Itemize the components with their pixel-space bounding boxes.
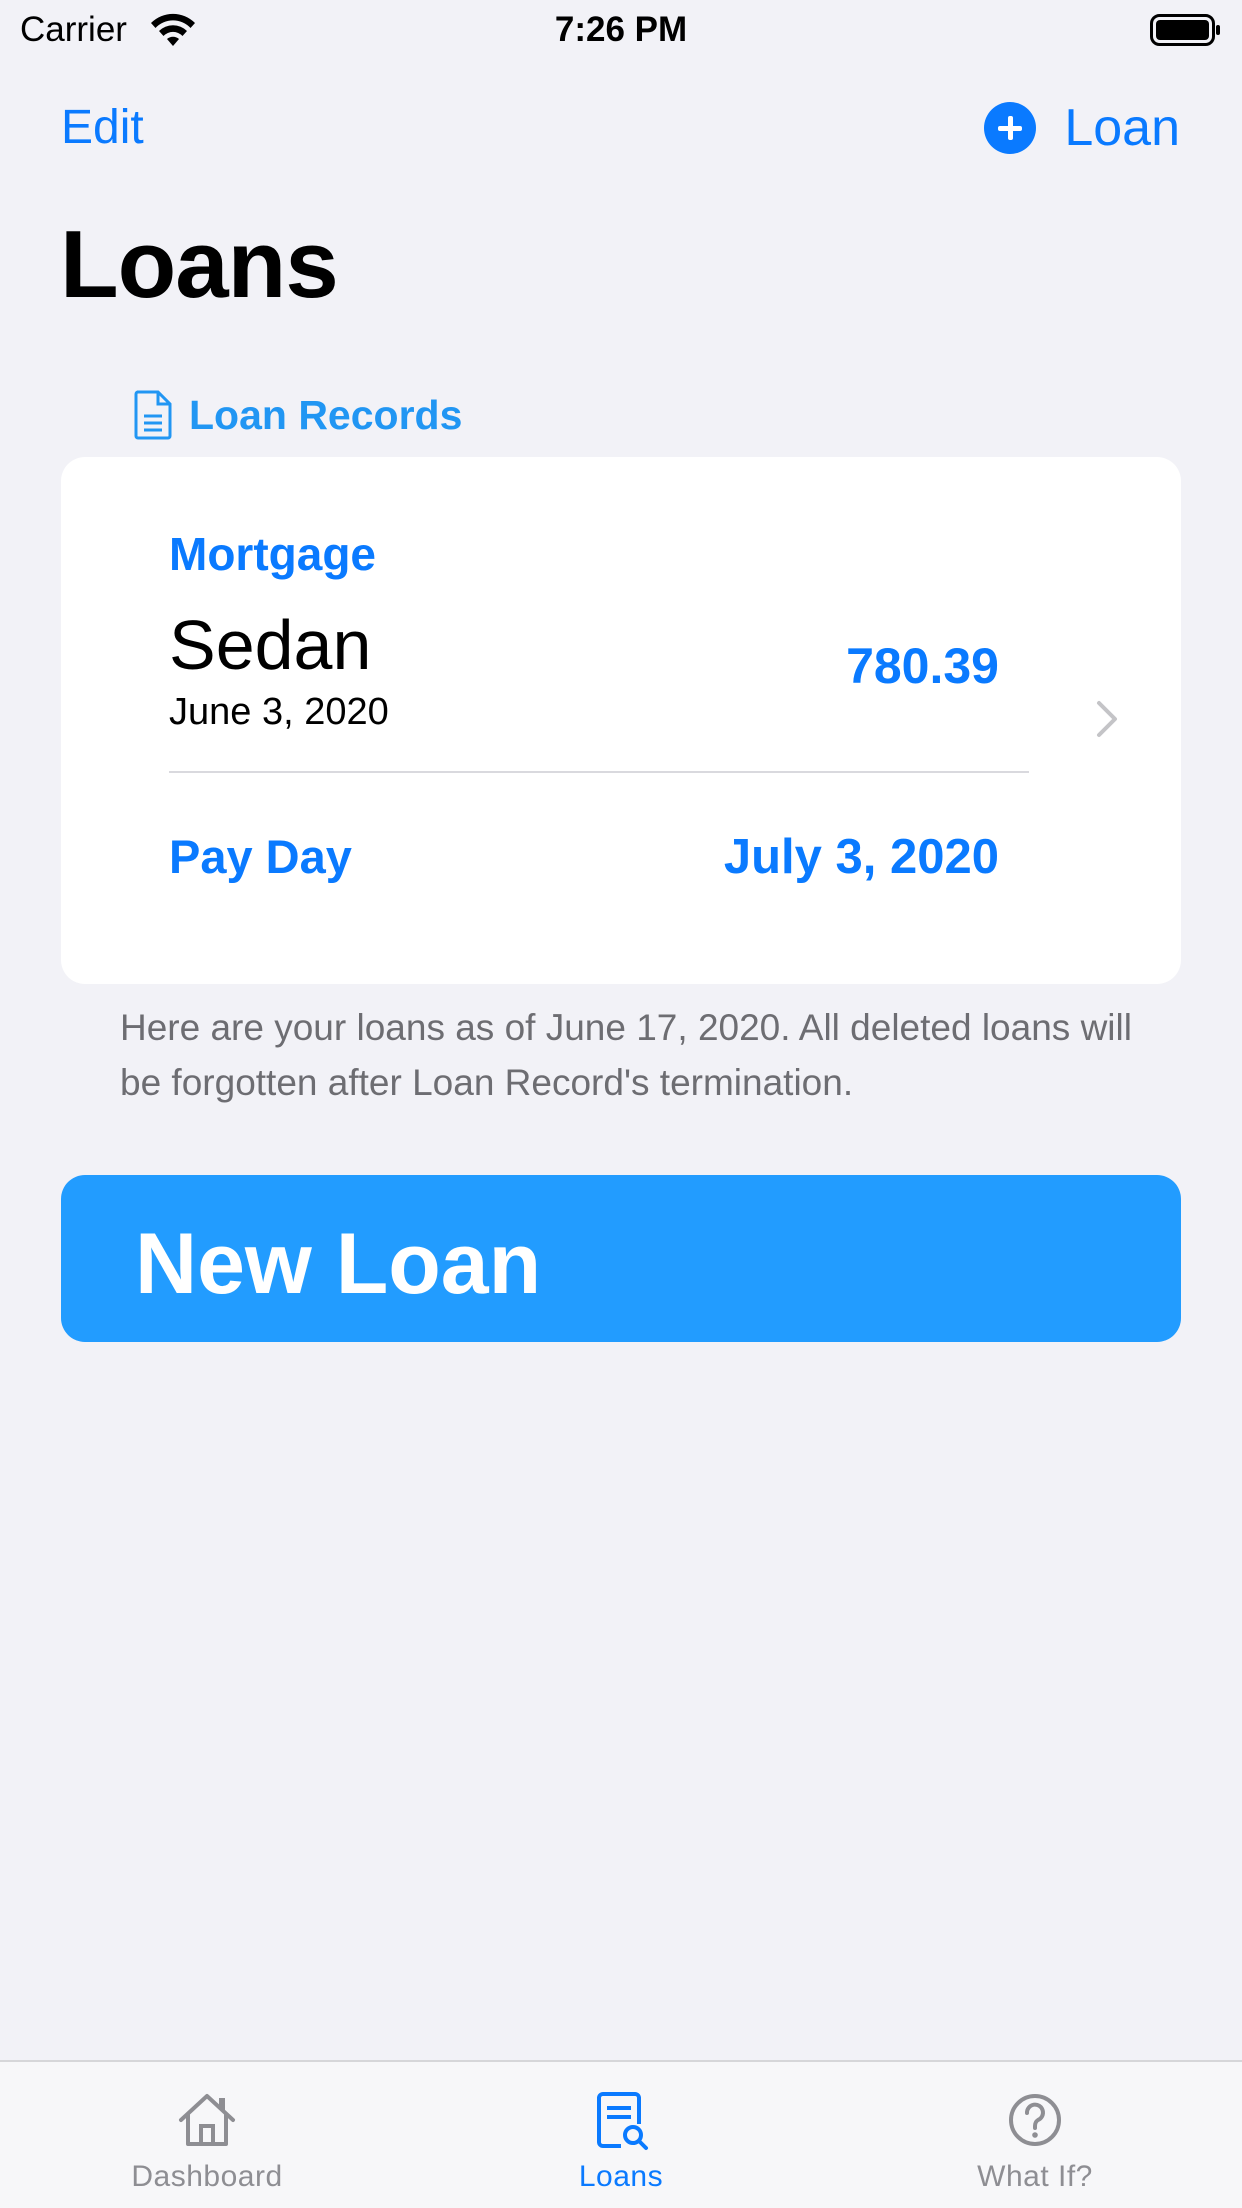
- divider: [169, 771, 1029, 773]
- doc-search-icon: [597, 2092, 648, 2150]
- loan-type: Mortgage: [169, 528, 376, 580]
- edit-button[interactable]: Edit: [61, 100, 144, 155]
- section-header-label: Loan Records: [189, 391, 463, 438]
- payday-label: Pay Day: [169, 830, 352, 883]
- tab-dashboard[interactable]: Dashboard: [0, 2062, 414, 2208]
- tab-bar: Dashboard Loans What If?: [0, 2060, 1242, 2208]
- add-loan-label: Loan: [1064, 99, 1180, 157]
- new-loan-label: New Loan: [135, 1216, 542, 1312]
- clock: 7:26 PM: [554, 10, 688, 49]
- section-header: Loan Records: [133, 390, 462, 440]
- loans-screen: Carrier 7:26 PM Edit Loan Loans Loan Rec…: [0, 0, 1242, 2208]
- tab-what-if[interactable]: What If?: [828, 2062, 1242, 2208]
- tab-label: Loans: [578, 2160, 664, 2193]
- payday-value: July 3, 2020: [723, 830, 999, 884]
- new-loan-button[interactable]: New Loan: [61, 1175, 1181, 1342]
- question-circle-icon: [1009, 2094, 1061, 2146]
- tab-label: Dashboard: [131, 2160, 283, 2193]
- loan-amount: 780.39: [846, 638, 999, 694]
- section-footnote: Here are your loans as of June 17, 2020.…: [120, 1007, 1132, 1103]
- battery-icon: [1150, 14, 1220, 46]
- status-bar: Carrier 7:26 PM: [0, 0, 1242, 60]
- plus-circle-icon: [984, 102, 1037, 154]
- tab-label: What If?: [977, 2160, 1093, 2193]
- add-loan-button[interactable]: Loan: [984, 98, 1180, 158]
- page-title: Loans: [60, 211, 339, 318]
- loan-name: Sedan: [169, 606, 372, 684]
- chevron-right-icon: [1097, 701, 1117, 737]
- tab-loans[interactable]: Loans: [414, 2062, 828, 2208]
- loan-date: June 3, 2020: [169, 691, 389, 733]
- document-icon: [134, 390, 172, 440]
- house-icon: [179, 2094, 235, 2146]
- loan-card[interactable]: Mortgage Sedan June 3, 2020 780.39 Pay D…: [61, 457, 1181, 984]
